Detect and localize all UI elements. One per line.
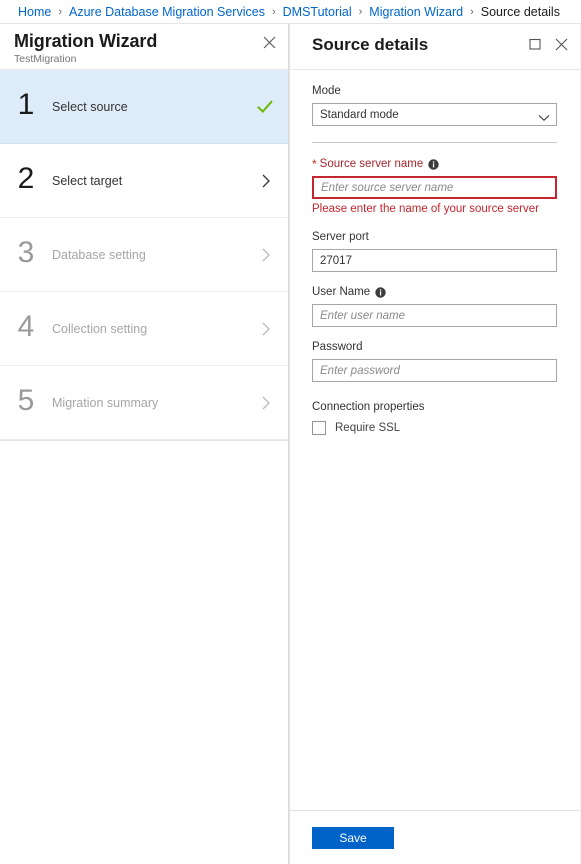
server-port-field: Server port (312, 230, 557, 272)
wizard-step-number: 1 (17, 88, 35, 121)
mode-select[interactable]: Standard mode (312, 103, 557, 126)
server-port-input[interactable] (312, 249, 557, 272)
close-icon[interactable] (258, 31, 280, 53)
password-label: Password (312, 340, 557, 355)
password-label-text: Password (312, 341, 363, 353)
source-server-name-label-text: Source server name (319, 158, 424, 170)
require-ssl-checkbox[interactable] (312, 421, 326, 435)
chevron-right-icon (258, 321, 274, 337)
connection-properties-label: Connection properties (312, 401, 425, 413)
info-icon[interactable] (428, 159, 439, 170)
mode-select-wrapper: Standard mode (312, 103, 557, 126)
checkmark-icon (256, 98, 274, 116)
wizard-step-label: Collection setting (52, 321, 148, 336)
breadcrumb-item-0[interactable]: Home (18, 5, 51, 19)
breadcrumb-item-4: Source details (480, 4, 560, 19)
chevron-right-icon (258, 247, 274, 263)
breadcrumb-item-3[interactable]: Migration Wizard (369, 5, 463, 19)
wizard-step-number: 5 (17, 384, 35, 417)
connection-properties-group: Connection properties Require SSL (312, 400, 557, 435)
required-marker: * (312, 157, 317, 171)
breadcrumb-separator: › (58, 5, 63, 18)
source-details-blade: Source details Mode Standard mode * Sour… (289, 24, 580, 864)
source-server-name-field: * Source server name Please enter the na… (312, 157, 557, 217)
chevron-right-icon (258, 395, 274, 411)
page-subtitle: TestMigration (14, 53, 77, 65)
wizard-step-4: 4 Collection setting (0, 292, 288, 366)
server-port-label: Server port (312, 230, 557, 245)
wizard-step-5: 5 Migration summary (0, 366, 288, 440)
source-server-name-label: * Source server name (312, 157, 557, 172)
wizard-step-1[interactable]: 1 Select source (0, 70, 288, 144)
breadcrumb-separator: › (470, 5, 474, 18)
wizard-header: Migration Wizard TestMigration (0, 24, 288, 70)
wizard-step-number: 3 (17, 236, 35, 269)
migration-wizard-blade: Migration Wizard TestMigration 1 Select s… (0, 24, 289, 864)
wizard-step-label: Database setting (52, 247, 146, 262)
info-icon[interactable] (375, 287, 386, 298)
breadcrumb-separator: › (358, 5, 363, 18)
breadcrumb-item-2[interactable]: DMSTutorial (283, 5, 352, 19)
wizard-step-2[interactable]: 2 Select target (0, 144, 288, 218)
user-name-label-text: User Name (312, 286, 371, 298)
password-input[interactable] (312, 359, 557, 382)
wizard-step-label: Select source (52, 99, 128, 114)
mode-label-text: Mode (312, 85, 341, 97)
blades-container: Migration Wizard TestMigration 1 Select s… (0, 24, 581, 864)
source-details-form: Mode Standard mode * Source server name (290, 70, 580, 810)
maximize-icon[interactable] (524, 33, 546, 55)
breadcrumb-item-1[interactable]: Azure Database Migration Services (69, 5, 265, 19)
chevron-right-icon (258, 173, 274, 189)
require-ssl-label: Require SSL (335, 422, 401, 434)
save-button[interactable]: Save (312, 827, 394, 849)
user-name-input[interactable] (312, 304, 557, 327)
mode-field: Mode Standard mode (312, 84, 557, 126)
close-icon[interactable] (550, 33, 572, 55)
server-port-label-text: Server port (312, 231, 369, 243)
breadcrumb: Home › Azure Database Migration Services › D… (0, 0, 581, 24)
wizard-step-3: 3 Database setting (0, 218, 288, 292)
wizard-step-number: 4 (17, 310, 35, 343)
user-name-field: User Name (312, 285, 557, 327)
source-server-name-error: Please enter the name of your source ser… (312, 203, 539, 215)
form-divider (312, 142, 557, 143)
wizard-step-list: 1 Select source 2 Select target 3 Database se… (0, 70, 288, 441)
source-details-footer: Save (290, 810, 580, 864)
page-title: Migration Wizard (14, 31, 158, 51)
password-field: Password (312, 340, 557, 382)
blade-header-actions (524, 33, 572, 55)
source-details-header: Source details (290, 24, 580, 70)
source-server-name-input[interactable] (312, 176, 557, 199)
mode-label: Mode (312, 84, 557, 99)
wizard-step-label: Select target (52, 173, 123, 188)
wizard-step-number: 2 (17, 162, 35, 195)
require-ssl-checkbox-row[interactable]: Require SSL (312, 421, 557, 435)
breadcrumb-separator: › (271, 5, 276, 18)
wizard-step-label: Migration summary (52, 395, 159, 410)
user-name-label: User Name (312, 285, 557, 300)
